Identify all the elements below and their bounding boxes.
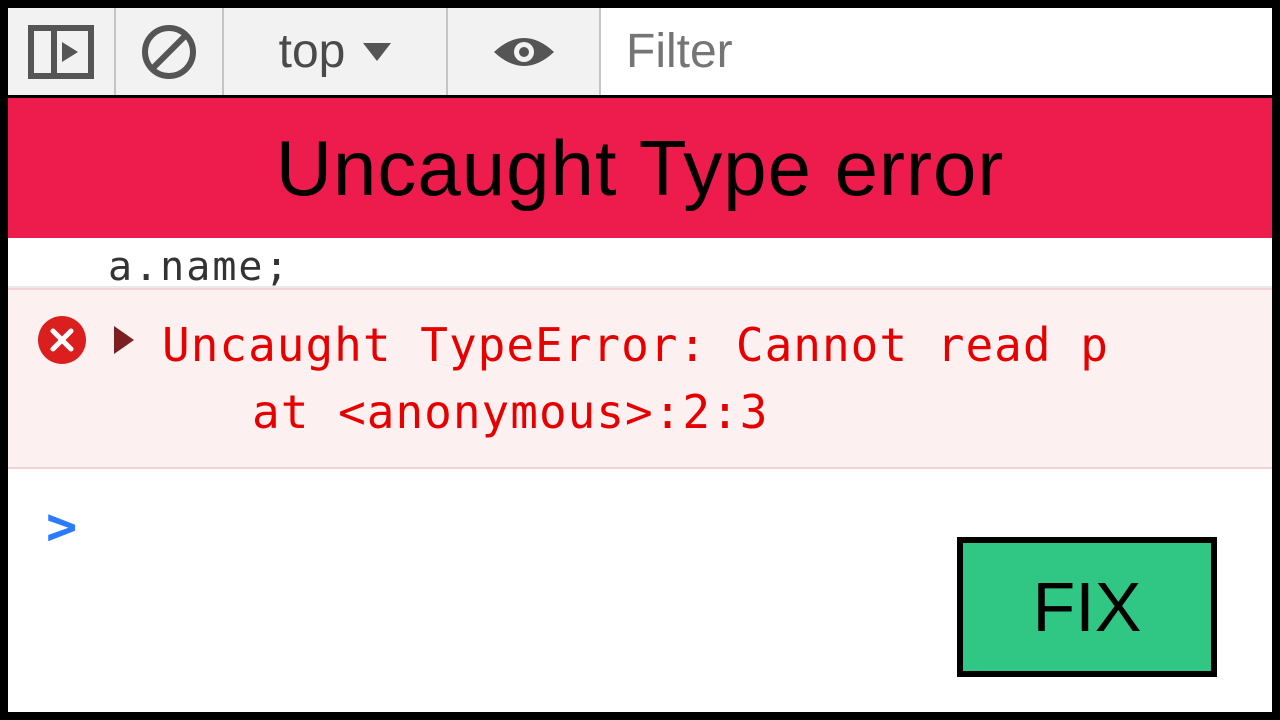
devtools-console-frame: top Uncaught Type error a.name; [0, 0, 1280, 720]
filter-input[interactable] [601, 8, 1272, 95]
error-icon [38, 316, 86, 364]
clear-console-button[interactable] [116, 8, 224, 95]
chevron-down-icon [363, 43, 391, 61]
fix-button[interactable]: FIX [957, 537, 1217, 677]
eye-icon [489, 29, 559, 75]
title-banner: Uncaught Type error [8, 98, 1272, 238]
banner-title: Uncaught Type error [276, 123, 1005, 214]
console-output: a.name; Uncaught TypeError: Cannot read … [8, 238, 1272, 585]
previous-input-fragment: a.name; [8, 238, 1272, 288]
prompt-caret-icon: > [46, 497, 77, 557]
error-line-2: at <anonymous>:2:3 [162, 379, 1109, 446]
clear-icon [140, 23, 198, 81]
context-label: top [279, 24, 346, 79]
console-error-row[interactable]: Uncaught TypeError: Cannot read p at <an… [8, 288, 1272, 469]
console-toolbar: top [8, 8, 1272, 98]
live-expression-button[interactable] [448, 8, 601, 95]
error-line-1: Uncaught TypeError: Cannot read p [162, 318, 1109, 372]
toggle-sidebar-icon [28, 25, 94, 79]
error-message: Uncaught TypeError: Cannot read p at <an… [162, 312, 1109, 445]
fix-button-label: FIX [1033, 567, 1142, 647]
toggle-sidebar-button[interactable] [8, 8, 116, 95]
context-selector[interactable]: top [224, 8, 449, 95]
expand-arrow-icon[interactable] [114, 326, 134, 354]
